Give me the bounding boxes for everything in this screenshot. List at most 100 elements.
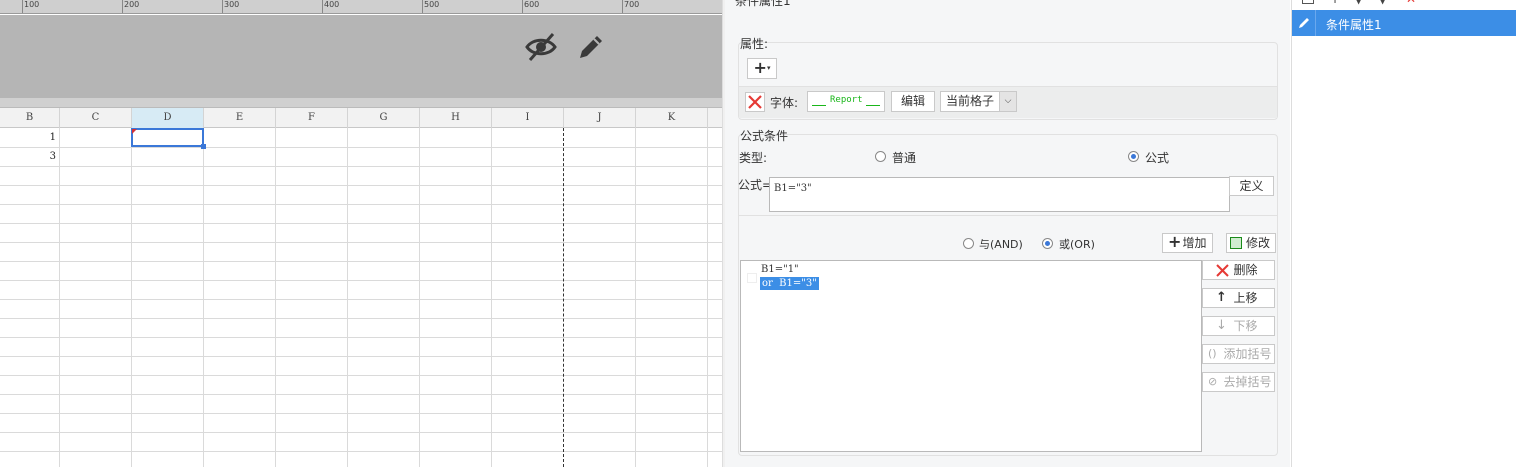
logic-option-and[interactable]: 与(AND) [979, 236, 1023, 252]
cell-b1[interactable]: 1 [0, 132, 56, 143]
remove-brackets-button[interactable]: ⊘ 去掉括号 [1202, 372, 1275, 392]
condition-item-2[interactable]: or B1="3" [760, 277, 819, 290]
define-button[interactable]: 定义 [1229, 176, 1274, 196]
grid-line [0, 432, 722, 433]
grid-line [0, 394, 722, 395]
pencil-icon[interactable] [573, 29, 609, 65]
preview-separator [0, 98, 722, 108]
type-option-formula[interactable]: 公式 [1145, 149, 1169, 166]
column-header-b[interactable]: B [0, 108, 60, 128]
condition-list[interactable]: B1="1" or B1="3" [740, 260, 1202, 452]
column-header-k[interactable]: K [636, 108, 708, 128]
pencil-icon [1292, 10, 1316, 36]
grid-line [131, 128, 132, 467]
ruler-label-500: 500 [424, 0, 440, 9]
horizontal-ruler: 100 200 300 400 500 600 700 [0, 0, 722, 14]
grid-line [491, 128, 492, 467]
brackets-icon: () [1208, 347, 1217, 360]
grid-line [0, 147, 722, 148]
ruler-label-200: 200 [124, 0, 140, 9]
condition-list-item[interactable]: 条件属性1 [1292, 10, 1516, 36]
formula-input-value: B1="3" [774, 183, 812, 194]
formula-input[interactable]: B1="3" [769, 177, 1230, 212]
condition-list-item-label: 条件属性1 [1326, 18, 1382, 32]
cell-marker-icon [132, 129, 137, 134]
column-header-h[interactable]: H [420, 108, 492, 128]
column-header-e[interactable]: E [204, 108, 276, 128]
type-option-normal[interactable]: 普通 [892, 149, 916, 166]
edit-font-button[interactable]: 编辑 [891, 91, 935, 112]
grid-line [0, 185, 722, 186]
delete-x-icon [748, 95, 762, 109]
column-header-row: B C D E F G H I J K [0, 108, 722, 128]
grid-line [635, 128, 636, 467]
selected-cell-d1[interactable] [131, 128, 206, 149]
condition-properties-panel: 条件属性1 属性: +▾ 字体: Report 编辑 当前格子 ⌵ 公式条件 类… [725, 0, 1290, 467]
grid-line [707, 128, 708, 467]
grid-line [0, 261, 722, 262]
cell-b2[interactable]: 3 [0, 151, 56, 162]
add-condition-button[interactable]: + 增加 [1162, 233, 1213, 253]
grid-line [0, 318, 722, 319]
toolbar-up-icon[interactable]: ↑ [1330, 0, 1340, 6]
grid-line [0, 299, 722, 300]
remove-brackets-icon: ⊘ [1208, 375, 1218, 388]
delete-x-icon [1216, 264, 1229, 277]
grid-line [347, 128, 348, 467]
column-header-f[interactable]: F [276, 108, 348, 128]
logic-radio-and[interactable] [963, 238, 974, 249]
add-attribute-button[interactable]: +▾ [747, 58, 777, 79]
modify-condition-button[interactable]: 修改 [1226, 233, 1276, 253]
chevron-down-icon: ⌵ [999, 92, 1016, 111]
column-header-j[interactable]: J [564, 108, 636, 128]
page-break-line [563, 128, 564, 467]
ruler-label-600: 600 [524, 0, 540, 9]
grid-line [0, 223, 722, 224]
formula-label: 公式= [738, 178, 773, 192]
modify-icon [1230, 237, 1242, 249]
grid-line [419, 128, 420, 467]
formula-condition-label: 公式条件 [740, 129, 789, 143]
type-radio-formula[interactable] [1128, 151, 1139, 162]
preview-area [0, 15, 722, 98]
type-radio-normal[interactable] [875, 151, 886, 162]
column-header-g[interactable]: G [348, 108, 420, 128]
toolbar-delete-icon[interactable]: ✕ [1406, 0, 1416, 6]
delete-attribute-button[interactable] [745, 92, 765, 112]
attributes-label: 属性: [740, 37, 769, 51]
grid-line [0, 166, 722, 167]
grid-line [275, 128, 276, 467]
grid-line [59, 128, 60, 467]
grid-line [0, 280, 722, 281]
column-header-i[interactable]: I [492, 108, 564, 128]
scope-select[interactable]: 当前格子 ⌵ [940, 91, 1017, 112]
plus-icon: + [1168, 232, 1182, 251]
ruler-label-300: 300 [224, 0, 240, 9]
move-down-button[interactable]: ↓ 下移 [1202, 316, 1275, 336]
grid-line [0, 337, 722, 338]
tree-expander [747, 273, 757, 283]
arrow-up-icon: ↑ [1216, 290, 1227, 305]
grid-line [0, 451, 722, 452]
toolbar-add-icon[interactable] [1302, 0, 1314, 4]
eye-hidden-icon[interactable] [523, 29, 559, 65]
condition-list-panel: ↑ ▼ ▼ ✕ [1291, 0, 1524, 467]
ruler-label-700: 700 [624, 0, 640, 9]
grid-line [203, 128, 204, 467]
grid-line [0, 375, 722, 376]
toolbar-copy-icon[interactable]: ▼ [1378, 0, 1387, 6]
chevron-down-icon: ▾ [766, 64, 771, 72]
fill-handle[interactable] [201, 144, 206, 149]
move-up-button[interactable]: ↑ 上移 [1202, 288, 1275, 308]
font-label: 字体: [770, 96, 799, 110]
delete-condition-button[interactable]: 删除 [1202, 260, 1275, 280]
add-brackets-button[interactable]: () 添加括号 [1202, 344, 1275, 364]
column-header-c[interactable]: C [60, 108, 132, 128]
column-header-d[interactable]: D [132, 108, 204, 128]
logic-radio-or[interactable] [1042, 238, 1053, 249]
logic-option-or[interactable]: 或(OR) [1059, 236, 1095, 252]
condition-item-1[interactable]: B1="1" [760, 263, 800, 277]
grid-line [0, 242, 722, 243]
ruler-label-100: 100 [24, 0, 40, 9]
toolbar-down-icon[interactable]: ▼ [1354, 0, 1363, 6]
